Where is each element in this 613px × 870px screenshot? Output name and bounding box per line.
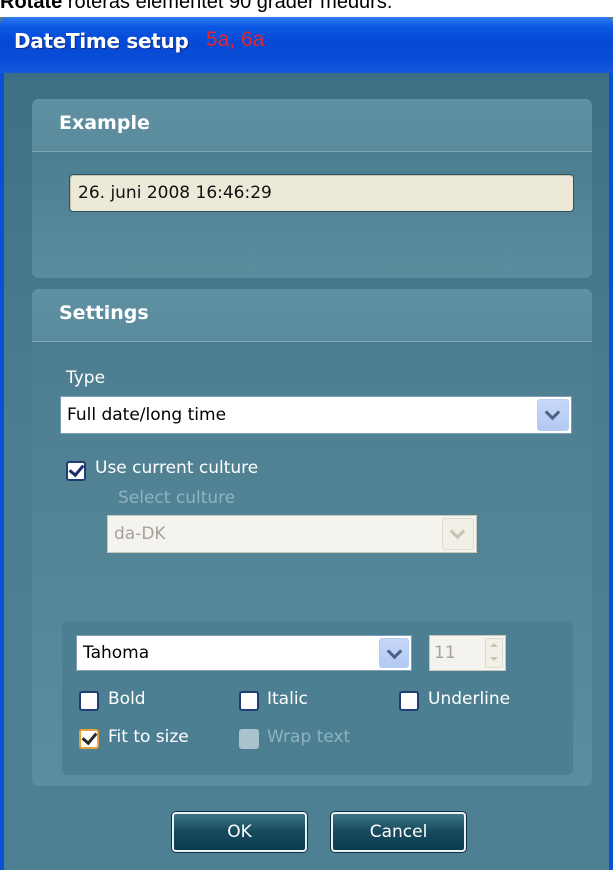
select-culture-label: Select culture bbox=[118, 488, 236, 508]
cancel-button-label: Cancel bbox=[369, 822, 428, 842]
chevron-down-icon[interactable] bbox=[379, 638, 409, 668]
culture-dropdown-value: da-DK bbox=[114, 524, 166, 544]
use-current-culture-label: Use current culture bbox=[95, 458, 259, 478]
font-size-stepper[interactable]: 11 bbox=[429, 635, 506, 671]
document-caption: Rotate roteras elementet 90 grader medur… bbox=[0, 0, 613, 15]
culture-dropdown[interactable]: da-DK bbox=[107, 515, 477, 553]
annotation-label: 5a, 6a bbox=[206, 28, 265, 51]
type-dropdown-value: Full date/long time bbox=[67, 405, 227, 425]
settings-heading: Settings bbox=[59, 302, 149, 324]
fit-to-size-label: Fit to size bbox=[108, 727, 189, 747]
settings-group-header: Settings bbox=[32, 289, 592, 342]
ok-button-label: OK bbox=[227, 822, 252, 842]
settings-group-body: Type Full date/long time Use current cul… bbox=[32, 342, 592, 786]
caption-text: roteras elementet 90 grader medurs. bbox=[62, 0, 393, 13]
dialog-title: DateTime setup bbox=[14, 29, 189, 53]
example-preview-field: 26. juni 2008 16:46:29 bbox=[69, 174, 574, 212]
font-name-value: Tahoma bbox=[83, 643, 150, 663]
example-preview-text: 26. juni 2008 16:46:29 bbox=[78, 183, 272, 203]
italic-checkbox[interactable] bbox=[239, 691, 259, 711]
example-group-body: 26. juni 2008 16:46:29 bbox=[32, 152, 592, 278]
font-size-value: 11 bbox=[434, 643, 456, 663]
window-frame-right bbox=[609, 73, 613, 870]
wrap-text-checkbox[interactable] bbox=[239, 729, 259, 749]
caption-keyword: Rotate bbox=[0, 0, 63, 13]
type-label: Type bbox=[66, 368, 106, 388]
font-panel: Tahoma 11 Bold Italic Underline Fit to s… bbox=[62, 621, 573, 775]
fit-to-size-checkbox[interactable] bbox=[79, 729, 99, 749]
underline-checkbox[interactable] bbox=[399, 691, 419, 711]
wrap-text-label: Wrap text bbox=[267, 727, 351, 747]
dialog-client-area: Example 26. juni 2008 16:46:29 Settings … bbox=[4, 73, 609, 870]
bold-label: Bold bbox=[108, 689, 146, 709]
datetime-setup-dialog: DateTime setup 5a, 6a Example 26. juni 2… bbox=[0, 17, 613, 870]
chevron-down-icon bbox=[442, 518, 474, 550]
ok-button[interactable]: OK bbox=[172, 812, 307, 852]
bold-checkbox[interactable] bbox=[79, 691, 99, 711]
italic-label: Italic bbox=[267, 689, 308, 709]
settings-group: Settings Type Full date/long time Use cu… bbox=[32, 289, 592, 786]
cancel-button[interactable]: Cancel bbox=[331, 812, 466, 852]
font-name-dropdown[interactable]: Tahoma bbox=[76, 635, 412, 671]
example-heading: Example bbox=[59, 112, 150, 134]
use-current-culture-checkbox[interactable] bbox=[66, 461, 86, 481]
underline-label: Underline bbox=[428, 689, 511, 709]
chevron-down-icon[interactable] bbox=[537, 399, 569, 431]
title-bar[interactable]: DateTime setup 5a, 6a bbox=[0, 17, 613, 73]
example-group: Example 26. juni 2008 16:46:29 bbox=[32, 99, 592, 278]
example-group-header: Example bbox=[32, 99, 592, 152]
stepper-arrows-icon[interactable] bbox=[485, 638, 503, 668]
type-dropdown[interactable]: Full date/long time bbox=[60, 396, 572, 434]
